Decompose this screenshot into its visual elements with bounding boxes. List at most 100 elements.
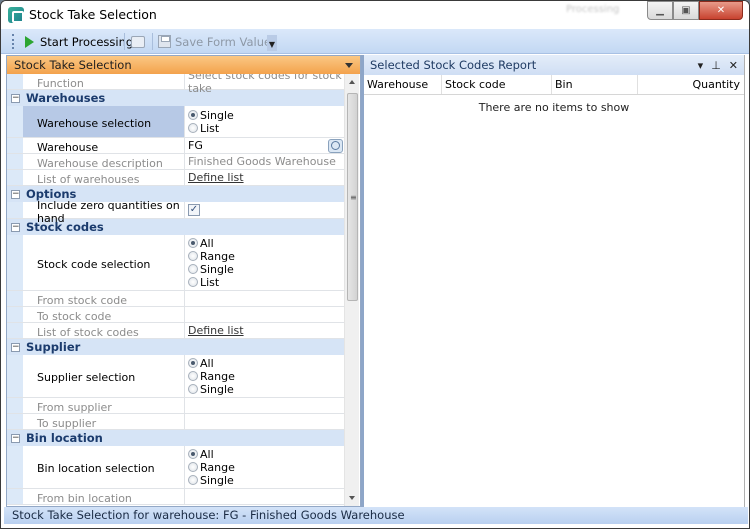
from-supplier-row[interactable]: From supplier — [7, 398, 345, 414]
include-zero-row: Include zero quantities on hand ✓ — [7, 199, 345, 225]
radio-label: Single — [200, 473, 234, 487]
radio-single[interactable]: Single — [188, 263, 342, 276]
category-supplier[interactable]: − Supplier — [7, 339, 345, 355]
to-supplier-input[interactable] — [185, 414, 345, 429]
panel-title: Stock Take Selection — [14, 58, 132, 72]
dropdown-icon[interactable]: ▾ — [698, 59, 704, 72]
empty-message: There are no items to show — [478, 101, 630, 114]
radio-icon[interactable] — [188, 277, 198, 287]
title-bar: Stock Take Selection Processing ▁ ▣ ✕ — [1, 1, 749, 29]
collapse-icon[interactable]: − — [11, 189, 20, 199]
category-label: Warehouses — [26, 91, 106, 105]
minimize-button[interactable]: ▁ — [647, 1, 673, 20]
collapse-icon[interactable]: − — [11, 433, 20, 443]
radio-icon[interactable] — [188, 384, 198, 394]
chevron-down-icon[interactable] — [345, 62, 353, 68]
scroll-up-icon[interactable] — [349, 80, 355, 84]
from-stock-code-input[interactable] — [185, 291, 345, 306]
pin-icon[interactable]: ⊥ — [711, 59, 721, 72]
column-quantity[interactable]: Quantity — [638, 75, 744, 94]
collapse-icon[interactable]: − — [11, 222, 20, 232]
column-warehouse[interactable]: Warehouse — [364, 75, 442, 94]
radio-all[interactable]: All — [188, 357, 342, 370]
warehouse-row[interactable]: Warehouse FG — [7, 138, 345, 154]
vertical-scrollbar[interactable]: ≡ — [344, 74, 359, 506]
toolbar-separator — [152, 33, 153, 50]
stock-code-selection-row: Stock code selection All Range Single Li… — [7, 235, 345, 291]
warehouse-description-row: Warehouse description Finished Goods War… — [7, 154, 345, 170]
radio-icon[interactable] — [188, 462, 198, 472]
radio-range[interactable]: Range — [188, 461, 342, 474]
define-list-link[interactable]: Define list — [188, 171, 342, 184]
from-stock-code-row[interactable]: From stock code — [7, 291, 345, 307]
radio-icon[interactable] — [188, 371, 198, 381]
radio-all[interactable]: All — [188, 237, 342, 250]
radio-icon[interactable] — [188, 358, 198, 368]
category-label: Stock codes — [26, 220, 104, 234]
to-stock-code-input[interactable] — [185, 307, 345, 322]
save-form-values-label: Save Form Values — [175, 34, 278, 49]
property-label: Include zero quantities on hand — [23, 199, 185, 225]
from-bin-location-input[interactable] — [185, 489, 345, 504]
property-label: From bin location — [23, 489, 185, 505]
property-label: Bin location selection — [23, 446, 185, 488]
toolbar-grip-icon[interactable] — [12, 34, 15, 49]
radio-all[interactable]: All — [188, 448, 342, 461]
radio-icon[interactable] — [188, 251, 198, 261]
radio-icon[interactable] — [188, 475, 198, 485]
from-bin-location-row[interactable]: From bin location — [7, 489, 345, 505]
radio-icon[interactable] — [188, 264, 198, 274]
toolbar-overflow-icon[interactable]: ▼ — [267, 35, 277, 51]
property-label: Function — [23, 74, 185, 90]
main-window: Stock Take Selection Processing ▁ ▣ ✕ St… — [0, 0, 750, 529]
include-zero-checkbox[interactable]: ✓ — [188, 204, 200, 216]
radio-icon[interactable] — [188, 238, 198, 248]
scroll-thumb[interactable]: ≡ — [347, 93, 358, 301]
radio-range[interactable]: Range — [188, 370, 342, 383]
save-form-values-button[interactable]: Save Form Values — [158, 33, 277, 50]
property-label: Warehouse — [23, 138, 185, 154]
warehouse-selection-row[interactable]: Warehouse selection Single List — [7, 106, 345, 138]
stock-take-selection-panel: Stock Take Selection Function Select sto… — [6, 55, 361, 507]
radio-label: Single — [200, 262, 234, 276]
start-processing-button[interactable]: Start Processing — [25, 33, 133, 50]
list-of-warehouses-row: List of warehouses Define list — [7, 170, 345, 186]
radio-icon[interactable] — [188, 123, 198, 133]
warehouse-input[interactable]: FG — [188, 139, 342, 152]
radio-label: All — [200, 356, 214, 370]
category-label: Supplier — [26, 340, 81, 354]
category-bin-location[interactable]: − Bin location — [7, 430, 345, 446]
radio-list[interactable]: List — [188, 276, 342, 289]
to-supplier-row[interactable]: To supplier — [7, 414, 345, 430]
toolbar: Start Processing Save Form Values ▼ — [1, 29, 749, 54]
report-title: Selected Stock Codes Report — [370, 58, 537, 72]
radio-icon[interactable] — [188, 110, 198, 120]
column-stock-code[interactable]: Stock code — [442, 75, 552, 94]
start-processing-label: Start Processing — [40, 34, 134, 49]
property-value: Finished Goods Warehouse — [188, 155, 336, 168]
print-button[interactable] — [131, 33, 145, 50]
radio-single[interactable]: Single — [188, 474, 342, 487]
radio-single[interactable]: Single — [188, 383, 342, 396]
collapse-icon[interactable]: − — [11, 93, 20, 103]
list-of-stock-codes-row: List of stock codes Define list — [7, 323, 345, 339]
from-supplier-input[interactable] — [185, 398, 345, 413]
radio-list[interactable]: List — [188, 122, 342, 135]
search-icon[interactable] — [328, 139, 343, 153]
maximize-button[interactable]: ▣ — [673, 1, 699, 20]
scroll-down-icon[interactable] — [349, 496, 355, 500]
to-stock-code-row[interactable]: To stock code — [7, 307, 345, 323]
radio-icon[interactable] — [188, 449, 198, 459]
save-icon — [158, 35, 171, 48]
close-button[interactable]: ✕ — [699, 1, 743, 20]
define-list-link[interactable]: Define list — [188, 324, 342, 337]
column-bin[interactable]: Bin — [552, 75, 638, 94]
collapse-icon[interactable]: − — [11, 342, 20, 352]
radio-label: List — [200, 121, 220, 135]
close-panel-icon[interactable]: ✕ — [729, 59, 738, 72]
radio-label: Single — [200, 382, 234, 396]
radio-single[interactable]: Single — [188, 109, 342, 122]
property-value: Select stock codes for stock take — [188, 74, 342, 95]
property-label: To supplier — [23, 414, 185, 430]
radio-range[interactable]: Range — [188, 250, 342, 263]
